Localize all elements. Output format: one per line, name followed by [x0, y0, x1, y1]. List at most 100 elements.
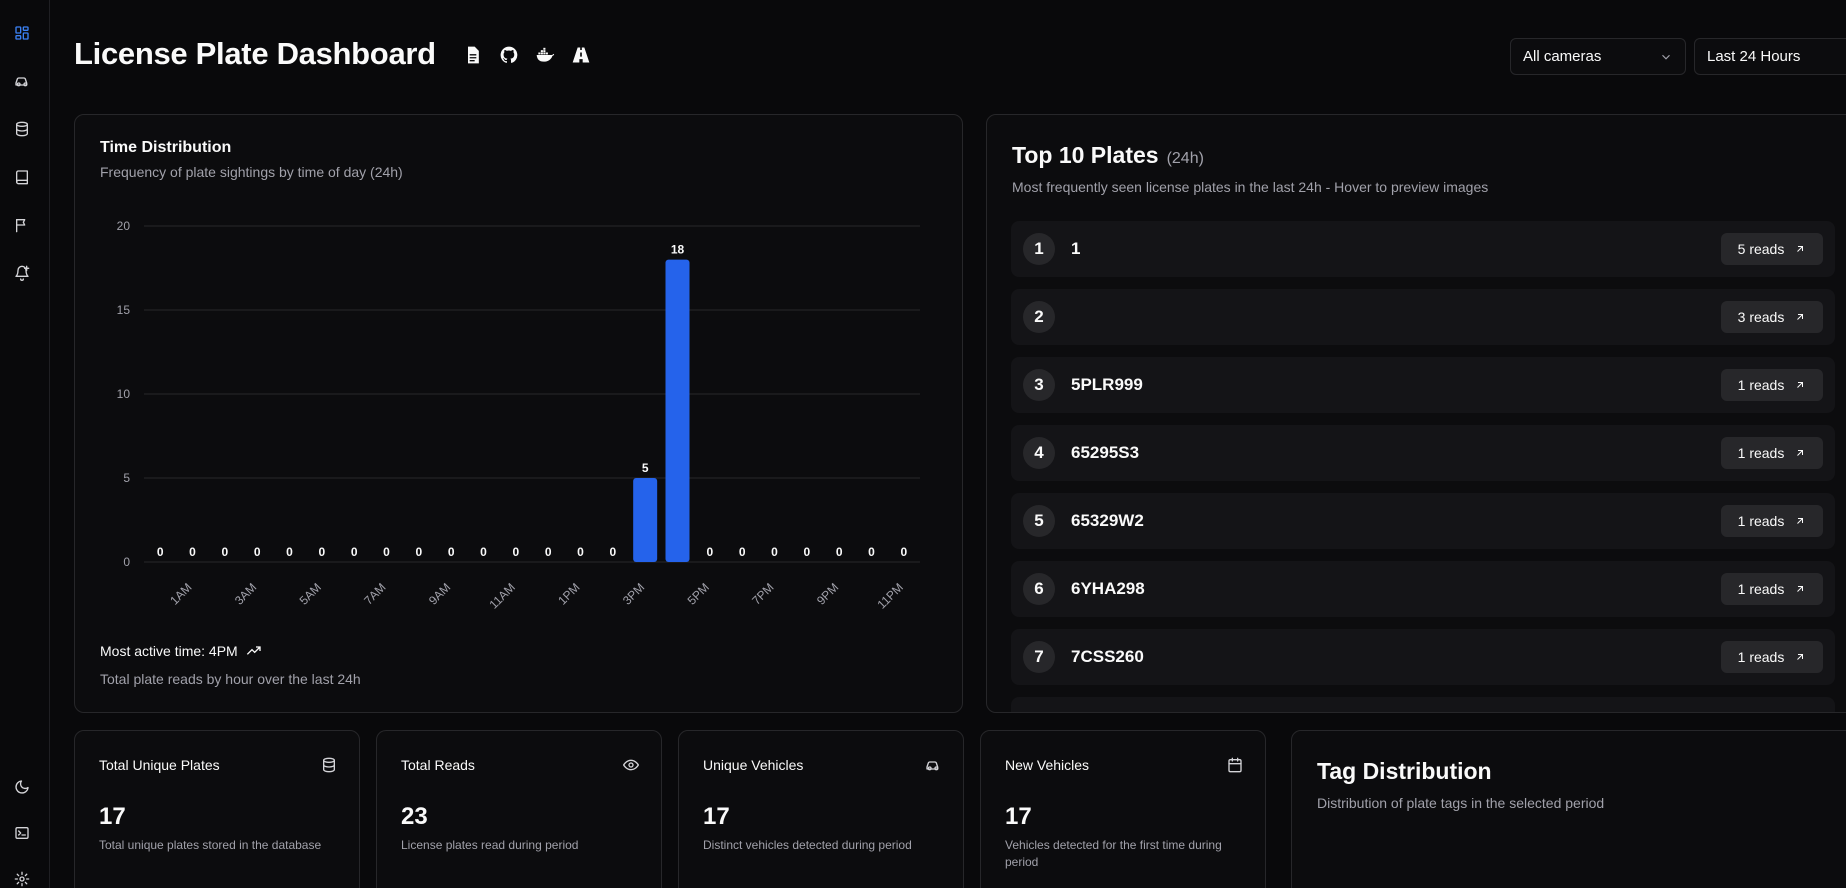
plate-reads-label: 3 reads: [1737, 309, 1785, 325]
plate-row[interactable]: 7 7CSS260 1 reads: [1011, 629, 1835, 685]
most-active-time-text: Most active time: 4PM: [100, 643, 238, 659]
github-icon[interactable]: [498, 44, 520, 66]
plate-row[interactable]: 5 65329W2 1 reads: [1011, 493, 1835, 549]
plate-number: 7CSS260: [1071, 647, 1144, 666]
plate-reads-button[interactable]: 1 reads: [1721, 505, 1823, 537]
plate-reads-button[interactable]: 3 reads: [1721, 301, 1823, 333]
settings-icon[interactable]: [13, 870, 31, 888]
stat-card-total-unique-plates: Total Unique Plates 17 Total unique plat…: [74, 730, 360, 888]
terminal-icon[interactable]: [13, 824, 31, 842]
time-range-select[interactable]: Last 24 Hours: [1694, 38, 1846, 75]
plate-rank: 4: [1023, 437, 1055, 469]
book-icon[interactable]: [13, 168, 31, 186]
moon-icon[interactable]: [13, 778, 31, 796]
camera-select[interactable]: All cameras: [1510, 38, 1686, 75]
plate-reads-button[interactable]: 5 reads: [1721, 233, 1823, 265]
arrow-up-right-icon: [1797, 518, 1804, 524]
bell-plus-icon[interactable]: [13, 264, 31, 282]
plate-reads-label: 1 reads: [1737, 649, 1785, 665]
plate-reads-button[interactable]: 1 reads: [1721, 369, 1823, 401]
plate-row[interactable]: 4 65295S3 1 reads: [1011, 425, 1835, 481]
x-tick-label: 7AM: [361, 580, 388, 607]
plate-row[interactable]: 6 6YHA298 1 reads: [1011, 561, 1835, 617]
stat-title: Unique Vehicles: [703, 757, 804, 773]
plate-rank: 3: [1023, 369, 1055, 401]
header-icon-links: [462, 44, 592, 66]
data-label: 0: [900, 545, 907, 559]
page-title: License Plate Dashboard: [74, 36, 436, 71]
y-tick-label: 5: [123, 471, 130, 485]
plate-reads-button[interactable]: 1 reads: [1721, 641, 1823, 673]
arrow-up-right-icon: [1797, 450, 1804, 456]
arrow-up-right-icon: [1797, 314, 1804, 320]
plate-row[interactable]: 2 3 reads: [1011, 289, 1835, 345]
x-tick-label: 9AM: [426, 580, 453, 607]
eye-icon: [623, 757, 639, 773]
x-tick-label: 11PM: [875, 580, 906, 611]
plate-rank: 2: [1023, 301, 1055, 333]
plate-row[interactable]: [1011, 697, 1835, 712]
sidebar: [0, 0, 50, 888]
y-tick-label: 0: [123, 555, 130, 569]
plate-rank: 7: [1023, 641, 1055, 673]
data-label: 0: [803, 545, 810, 559]
arrow-up-right-icon: [1797, 586, 1804, 592]
stat-title: New Vehicles: [1005, 757, 1090, 773]
data-label: 0: [706, 545, 713, 559]
database-icon: [321, 757, 337, 773]
docker-icon[interactable]: [534, 44, 556, 66]
tag-distribution-card: Tag Distribution Distribution of plate t…: [1291, 730, 1846, 888]
top-plates-heading: Top 10 Plates (24h): [1012, 142, 1204, 169]
road-icon[interactable]: [570, 44, 592, 66]
x-tick-label: 9PM: [814, 580, 841, 607]
database-icon[interactable]: [13, 120, 31, 138]
x-tick-label: 3AM: [232, 580, 259, 607]
data-label: 0: [383, 545, 390, 559]
data-label: 0: [221, 545, 228, 559]
arrow-up-right-icon: [1797, 246, 1804, 252]
data-label: 0: [189, 545, 196, 559]
data-label: 0: [415, 545, 422, 559]
stat-value: 17: [703, 803, 730, 830]
arrow-up-right-icon: [1797, 654, 1804, 660]
data-label: 0: [157, 545, 164, 559]
stat-description: License plates read during period: [401, 838, 579, 852]
stat-title: Total Unique Plates: [99, 757, 220, 773]
top-plates-card: Top 10 Plates (24h) Most frequently seen…: [986, 114, 1846, 713]
x-tick-label: 1PM: [555, 580, 582, 607]
data-label: 0: [609, 545, 616, 559]
calendar-icon: [1227, 757, 1243, 773]
tag-distribution-title: Tag Distribution: [1317, 758, 1492, 784]
plate-row[interactable]: 3 5PLR999 1 reads: [1011, 357, 1835, 413]
plate-row[interactable]: 11 5 reads: [1011, 221, 1835, 277]
chevron-down-icon: [1662, 54, 1670, 60]
camera-select-value: All cameras: [1523, 48, 1602, 65]
bar-4PM: [665, 259, 690, 562]
stat-description: Total unique plates stored in the databa…: [99, 838, 322, 852]
data-label: 0: [739, 545, 746, 559]
y-tick-label: 20: [117, 219, 131, 233]
dashboard-icon[interactable]: [13, 24, 31, 42]
document-icon[interactable]: [462, 44, 484, 66]
data-label: 0: [480, 545, 487, 559]
plate-reads-button[interactable]: 1 reads: [1721, 573, 1823, 605]
plate-number: 1: [1071, 239, 1081, 258]
data-label: 0: [836, 545, 843, 559]
plate-reads-button[interactable]: 1 reads: [1721, 437, 1823, 469]
car-icon[interactable]: [13, 72, 31, 90]
flag-icon[interactable]: [13, 216, 31, 234]
plate-number: 5PLR999: [1071, 375, 1143, 394]
time-distribution-footer: Total plate reads by hour over the last …: [100, 671, 361, 687]
stat-title: Total Reads: [401, 757, 475, 773]
stat-card-total-reads: Total Reads 23 License plates read durin…: [376, 730, 662, 888]
data-label: 0: [318, 545, 325, 559]
plate-reads-label: 5 reads: [1737, 241, 1785, 257]
arrow-up-right-icon: [1797, 382, 1804, 388]
time-distribution-chart: 0 5 10 15 20 0 0 0 0 0 0 0 0 0 0 0 0 0 0 0 5 18 0 0 0 0 0 0 0 1AM 3AM 5…: [117, 219, 920, 612]
y-tick-label: 15: [117, 303, 131, 317]
x-tick-label: 1AM: [167, 580, 194, 607]
plate-reads-label: 1 reads: [1737, 377, 1785, 393]
plate-rank: 5: [1023, 505, 1055, 537]
data-label: 0: [351, 545, 358, 559]
trending-up-icon: [246, 646, 261, 655]
